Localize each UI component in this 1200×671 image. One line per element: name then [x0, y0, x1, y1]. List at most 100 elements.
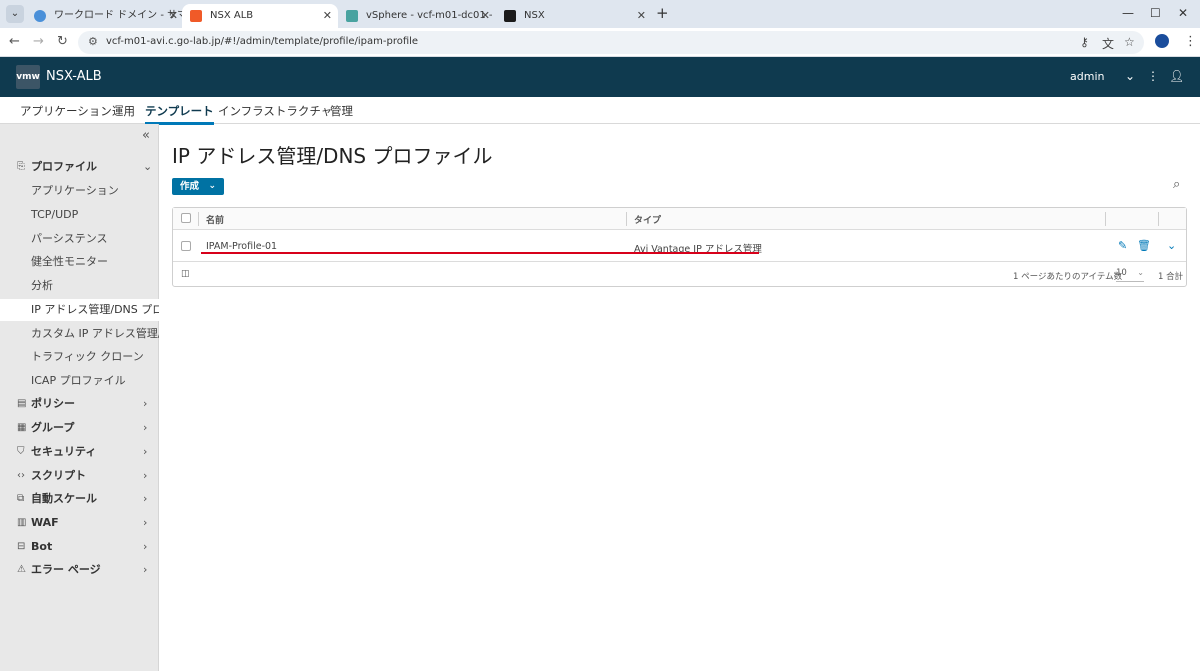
sidebar-item-custom-ipam[interactable]: カスタム IP アドレス管理/... [0, 323, 159, 345]
sidebar-item-traffic-clone[interactable]: トラフィック クローン [0, 346, 159, 368]
expand-chevron-icon[interactable]: ⌄ [1167, 239, 1176, 252]
create-button[interactable]: 作成 ⌄ [172, 178, 224, 195]
sidebar-item-icap-profile[interactable]: ICAP プロファイル [0, 370, 159, 392]
main-nav: アプリケーション 運用 テンプレート インフラストラクチャ 管理 [0, 97, 1200, 125]
nav-applications[interactable]: アプリケーション [20, 103, 112, 119]
sidebar-item-label: アプリケーション [31, 184, 119, 197]
edit-pencil-icon[interactable]: ✎ [1118, 239, 1127, 252]
browser-tab-active[interactable]: NSX ALB ✕ [182, 4, 338, 28]
highlight-underline [201, 252, 759, 254]
table-row: IPAM-Profile-01 Avi Vantage IP アドレス管理 ✎ … [173, 231, 1186, 262]
profile-avatar-icon[interactable] [1155, 34, 1169, 48]
warning-icon: ⚠ [17, 564, 26, 575]
group-icon: ▦ [17, 422, 27, 433]
user-icon[interactable]: 👤︎ [1169, 69, 1184, 83]
nav-administration[interactable]: 管理 [330, 103, 353, 119]
delete-trash-icon[interactable]: 🗑︎ [1137, 239, 1151, 252]
browser-menu-icon[interactable]: ⋮ [1184, 34, 1197, 49]
back-icon[interactable]: ← [9, 34, 20, 49]
sidebar-item-ipam-dns[interactable]: IP アドレス管理/DNS プロ... [0, 299, 159, 321]
search-icon[interactable]: ⌕ [1173, 177, 1180, 192]
chevron-right-icon: › [143, 540, 148, 553]
sidebar-group-autoscale[interactable]: ⧉ 自動スケール › [0, 488, 159, 510]
sidebar-group-security[interactable]: ⛉ セキュリティ › [0, 441, 159, 463]
sidebar-item-health-monitor[interactable]: 健全性モニター [0, 251, 159, 273]
page-size-select[interactable]: 10 ⌄ [1116, 268, 1144, 282]
close-tab-icon[interactable]: ✕ [637, 4, 646, 28]
select-all-checkbox[interactable] [181, 213, 191, 223]
minimize-icon[interactable]: — [1122, 6, 1134, 20]
browser-tab[interactable]: vSphere - vcf-m01-dc01 - 仮想 ✕ [338, 4, 496, 28]
sidebar-group-waf[interactable]: ▥ WAF › [0, 512, 159, 534]
sidebar-item-label: ICAP プロファイル [31, 374, 126, 387]
sidebar-group-label: 自動スケール [31, 492, 97, 505]
sidebar-group-label: Bot [31, 540, 53, 553]
maximize-icon[interactable]: ☐ [1150, 6, 1161, 20]
policy-icon: ▤ [17, 398, 27, 409]
chevron-right-icon: › [143, 492, 148, 505]
chevron-down-icon: ⌄ [143, 160, 153, 173]
site-info-icon[interactable]: ⚙ [88, 35, 98, 48]
forward-icon[interactable]: → [33, 34, 44, 49]
sidebar-group-scripts[interactable]: ‹› スクリプト › [0, 465, 159, 487]
nav-infrastructure[interactable]: インフラストラクチャ [218, 103, 332, 119]
sidebar-group-policies[interactable]: ▤ ポリシー › [0, 393, 159, 415]
create-button-label: 作成 [180, 181, 200, 192]
more-vertical-icon[interactable]: ⋮ [1147, 69, 1159, 83]
sidebar-item-label: TCP/UDP [31, 208, 79, 221]
nav-templates[interactable]: テンプレート [145, 103, 214, 125]
chevron-down-icon: ⌄ [1137, 268, 1144, 277]
sidebar-item-analytics[interactable]: 分析 [0, 275, 159, 297]
column-divider [1105, 212, 1106, 226]
tab-search-menu-icon[interactable]: ⌄ [6, 5, 24, 23]
browser-tab[interactable]: NSX ✕ [496, 4, 652, 28]
sidebar-group-label: エラー ページ [31, 563, 101, 576]
nsx-favicon-icon [504, 10, 516, 22]
sidebar-item-label: パーシステンス [31, 232, 108, 245]
tab-title: ワークロード ドメイン - サマリ [54, 10, 184, 21]
browser-tab[interactable]: ワークロード ドメイン - サマリ ✕ [26, 4, 184, 28]
sidebar-group-label: グループ [31, 421, 75, 434]
sidebar-item-persistence[interactable]: パーシステンス [0, 228, 159, 250]
new-tab-icon[interactable]: + [656, 4, 669, 22]
sidebar-item-label: IP アドレス管理/DNS プロ... [31, 303, 159, 316]
sidebar-item-tcp-udp[interactable]: TCP/UDP [0, 204, 159, 226]
sidebar-group-groups[interactable]: ▦ グループ › [0, 417, 159, 439]
url-text: vcf-m01-avi.c.go-lab.jp/#!/admin/templat… [106, 36, 419, 47]
sidebar-group-profiles[interactable]: ⎘ プロファイル ⌄ [0, 156, 159, 178]
translate-icon[interactable]: 文 [1102, 35, 1114, 52]
tab-title: NSX [524, 10, 545, 21]
chevron-down-icon[interactable]: ⌄ [1125, 69, 1135, 83]
column-toggle-icon[interactable]: ◫ [181, 269, 190, 279]
close-tab-icon[interactable]: ✕ [169, 4, 178, 28]
close-window-icon[interactable]: ✕ [1178, 6, 1188, 20]
chevron-right-icon: › [143, 445, 148, 458]
browser-tab-strip: ⌄ ワークロード ドメイン - サマリ ✕ NSX ALB ✕ vSphere … [0, 0, 1200, 28]
page-size-value: 10 [1116, 268, 1127, 278]
sidebar-group-error-pages[interactable]: ⚠ エラー ページ › [0, 559, 159, 581]
sidebar-group-label: プロファイル [31, 160, 97, 173]
cloud-favicon-icon [34, 10, 46, 22]
close-tab-icon[interactable]: ✕ [481, 4, 490, 28]
column-header-type[interactable]: タイプ [634, 213, 661, 226]
row-checkbox[interactable] [181, 241, 191, 251]
reload-icon[interactable]: ↻ [57, 34, 68, 49]
collapse-sidebar-icon[interactable]: « [142, 128, 150, 143]
bookmark-star-icon[interactable]: ☆ [1124, 35, 1135, 49]
column-header-name[interactable]: 名前 [206, 213, 224, 226]
row-name[interactable]: IPAM-Profile-01 [206, 241, 277, 252]
total-count: 1 合計 [1158, 272, 1184, 282]
user-menu[interactable]: admin [1070, 70, 1104, 83]
password-key-icon[interactable]: ⚷ [1080, 35, 1089, 49]
autoscale-icon: ⧉ [17, 493, 25, 504]
ipam-profile-grid: 名前 タイプ IPAM-Profile-01 Avi Vantage IP アド… [172, 207, 1187, 287]
grid-header: 名前 タイプ [173, 208, 1186, 230]
nav-operations[interactable]: 運用 [112, 103, 135, 119]
app-header: vmw NSX-ALB admin ⌄ ⋮ 👤︎ [0, 57, 1200, 97]
bot-icon: ⊟ [17, 541, 26, 552]
column-divider [1158, 212, 1159, 226]
close-tab-icon[interactable]: ✕ [323, 4, 332, 28]
sidebar-item-application[interactable]: アプリケーション [0, 180, 159, 202]
url-field[interactable]: ⚙ vcf-m01-avi.c.go-lab.jp/#!/admin/templ… [78, 31, 1144, 54]
sidebar-group-bot[interactable]: ⊟ Bot › [0, 536, 159, 558]
